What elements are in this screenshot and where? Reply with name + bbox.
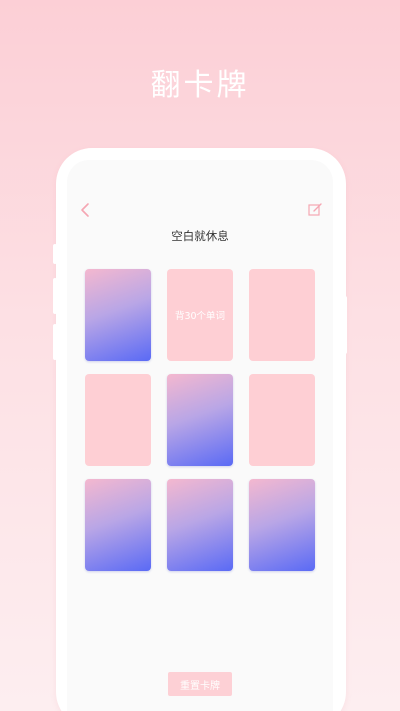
phone-side-button — [53, 244, 57, 264]
flip-card[interactable] — [85, 479, 151, 571]
flip-card[interactable] — [167, 374, 233, 466]
flip-card[interactable] — [167, 479, 233, 571]
flip-card[interactable] — [249, 479, 315, 571]
flip-card[interactable] — [249, 269, 315, 361]
card-grid: 背30个单词 — [85, 269, 315, 571]
reset-cards-button[interactable]: 重置卡牌 — [168, 672, 232, 696]
flip-card[interactable] — [85, 374, 151, 466]
phone-side-button — [53, 324, 57, 360]
flip-card[interactable]: 背30个单词 — [167, 269, 233, 361]
app-screen: 空白就休息 背30个单词 重置卡牌 — [67, 160, 333, 711]
phone-side-button — [53, 278, 57, 314]
edit-button[interactable] — [307, 202, 323, 218]
chevron-left-icon — [81, 203, 89, 217]
edit-icon — [308, 203, 322, 216]
back-button[interactable] — [77, 200, 93, 220]
promo-title: 翻卡牌 — [150, 68, 250, 103]
card-text: 背30个单词 — [174, 311, 226, 322]
page-title: 空白就休息 — [171, 229, 229, 243]
flip-card[interactable] — [249, 374, 315, 466]
phone-side-button — [343, 296, 347, 354]
flip-card[interactable] — [85, 269, 151, 361]
